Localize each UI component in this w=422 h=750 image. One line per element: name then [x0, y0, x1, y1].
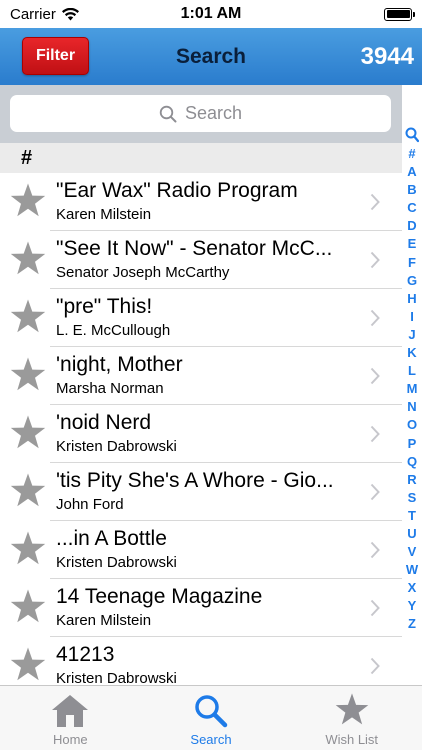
star-icon[interactable]	[9, 298, 47, 336]
index-letter[interactable]: Q	[407, 453, 417, 471]
index-letter[interactable]: X	[408, 579, 417, 597]
item-subtitle: Kristen Dabrowski	[56, 670, 177, 685]
star-icon[interactable]	[9, 646, 47, 684]
item-title: ...in A Bottle	[56, 527, 167, 550]
search-icon	[195, 695, 228, 728]
index-letter[interactable]: R	[407, 471, 416, 489]
chevron-right-icon	[370, 367, 380, 385]
item-title: "See It Now" - Senator McC...	[56, 237, 333, 260]
index-letter[interactable]: K	[407, 344, 416, 362]
status-left: Carrier	[10, 6, 79, 23]
star-icon[interactable]	[9, 240, 47, 278]
item-subtitle: L. E. McCullough	[56, 322, 171, 339]
chevron-right-icon	[370, 541, 380, 559]
tab-wish-list[interactable]: Wish List	[281, 686, 422, 750]
item-title: 14 Teenage Magazine	[56, 585, 263, 608]
index-letter[interactable]: N	[407, 398, 416, 416]
section-header: #	[0, 143, 402, 173]
index-letter[interactable]: D	[407, 217, 416, 235]
tab-search-label: Search	[190, 732, 232, 747]
index-letter[interactable]: A	[407, 163, 416, 181]
item-title: 'tis Pity She's A Whore - Gio...	[56, 469, 334, 492]
item-subtitle: Karen Milstein	[56, 612, 152, 629]
tab-search[interactable]: Search	[141, 686, 282, 750]
index-letter[interactable]: H	[407, 290, 416, 308]
index-letter[interactable]: F	[408, 254, 416, 272]
index-letter[interactable]: U	[407, 525, 416, 543]
results-list: "Ear Wax" Radio Program Karen Milstein "…	[0, 173, 402, 685]
chevron-right-icon	[370, 251, 380, 269]
index-letter[interactable]: W	[406, 561, 418, 579]
index-letter[interactable]: P	[408, 435, 417, 453]
list-item[interactable]: 'noid Nerd Kristen Dabrowski	[0, 405, 402, 463]
list-item[interactable]: "pre" This! L. E. McCullough	[0, 289, 402, 347]
chevron-right-icon	[370, 193, 380, 211]
item-title: 'night, Mother	[56, 353, 183, 376]
nav-bar: Filter Search 3944	[0, 28, 422, 85]
list-item[interactable]: 'tis Pity She's A Whore - Gio... John Fo…	[0, 463, 402, 521]
item-subtitle: John Ford	[56, 496, 124, 513]
section-index[interactable]: # A B C D E F G H I J K L M N O P Q R S …	[402, 127, 422, 642]
chevron-right-icon	[370, 657, 380, 675]
carrier-label: Carrier	[10, 5, 56, 23]
wifi-icon	[61, 7, 79, 20]
index-letter[interactable]: B	[407, 181, 416, 199]
star-icon[interactable]	[9, 588, 47, 626]
index-letter[interactable]: G	[407, 272, 417, 290]
search-icon	[159, 105, 177, 122]
home-icon	[52, 695, 89, 727]
search-area: Search	[0, 85, 402, 143]
tab-home[interactable]: Home	[0, 686, 141, 750]
star-icon[interactable]	[9, 472, 47, 510]
search-input[interactable]: Search	[10, 95, 391, 132]
item-title: 41213	[56, 643, 115, 666]
list-item[interactable]: ...in A Bottle Kristen Dabrowski	[0, 521, 402, 579]
tab-bar: Home Search Wish List	[0, 685, 422, 750]
result-count: 3944	[360, 42, 414, 70]
status-bar: Carrier 1:01 AM	[0, 0, 422, 28]
star-icon[interactable]	[9, 414, 47, 452]
index-letter[interactable]: V	[408, 543, 417, 561]
tab-wish-list-label: Wish List	[325, 732, 379, 747]
star-icon[interactable]	[9, 182, 47, 220]
chevron-right-icon	[370, 309, 380, 327]
chevron-right-icon	[370, 599, 380, 617]
chevron-right-icon	[370, 425, 380, 443]
item-title: 'noid Nerd	[56, 411, 152, 434]
filter-button[interactable]: Filter	[22, 37, 89, 75]
index-letter[interactable]: #	[408, 145, 415, 163]
index-letter[interactable]: O	[407, 416, 417, 434]
item-subtitle: Marsha Norman	[56, 380, 164, 397]
item-title: "pre" This!	[56, 295, 153, 318]
tab-home-label: Home	[52, 732, 88, 747]
index-letter[interactable]: E	[408, 235, 417, 253]
index-letter[interactable]: M	[407, 380, 418, 398]
index-search-icon[interactable]	[405, 127, 419, 143]
star-icon[interactable]	[9, 530, 47, 568]
list-item[interactable]: 41213 Kristen Dabrowski	[0, 637, 402, 685]
item-title: "Ear Wax" Radio Program	[56, 179, 298, 202]
item-subtitle: Kristen Dabrowski	[56, 554, 177, 571]
search-placeholder: Search	[184, 103, 243, 123]
index-letter[interactable]: S	[408, 489, 417, 507]
index-letter[interactable]: T	[408, 507, 416, 525]
index-letter[interactable]: J	[408, 326, 415, 344]
item-subtitle: Kristen Dabrowski	[56, 438, 177, 455]
star-icon[interactable]	[9, 356, 47, 394]
index-letter[interactable]: I	[410, 308, 414, 326]
index-letter[interactable]: C	[407, 199, 416, 217]
item-subtitle: Karen Milstein	[56, 206, 152, 223]
star-icon	[335, 693, 368, 725]
list-item[interactable]: "Ear Wax" Radio Program Karen Milstein	[0, 173, 402, 231]
list-item[interactable]: 14 Teenage Magazine Karen Milstein	[0, 579, 402, 637]
index-letter[interactable]: Z	[408, 615, 416, 633]
list-item[interactable]: 'night, Mother Marsha Norman	[0, 347, 402, 405]
chevron-right-icon	[370, 483, 380, 501]
battery-icon	[384, 7, 415, 21]
index-letter[interactable]: L	[408, 362, 416, 380]
item-subtitle: Senator Joseph McCarthy	[56, 264, 230, 281]
list-item[interactable]: "See It Now" - Senator McC... Senator Jo…	[0, 231, 402, 289]
index-letter[interactable]: Y	[408, 597, 417, 615]
